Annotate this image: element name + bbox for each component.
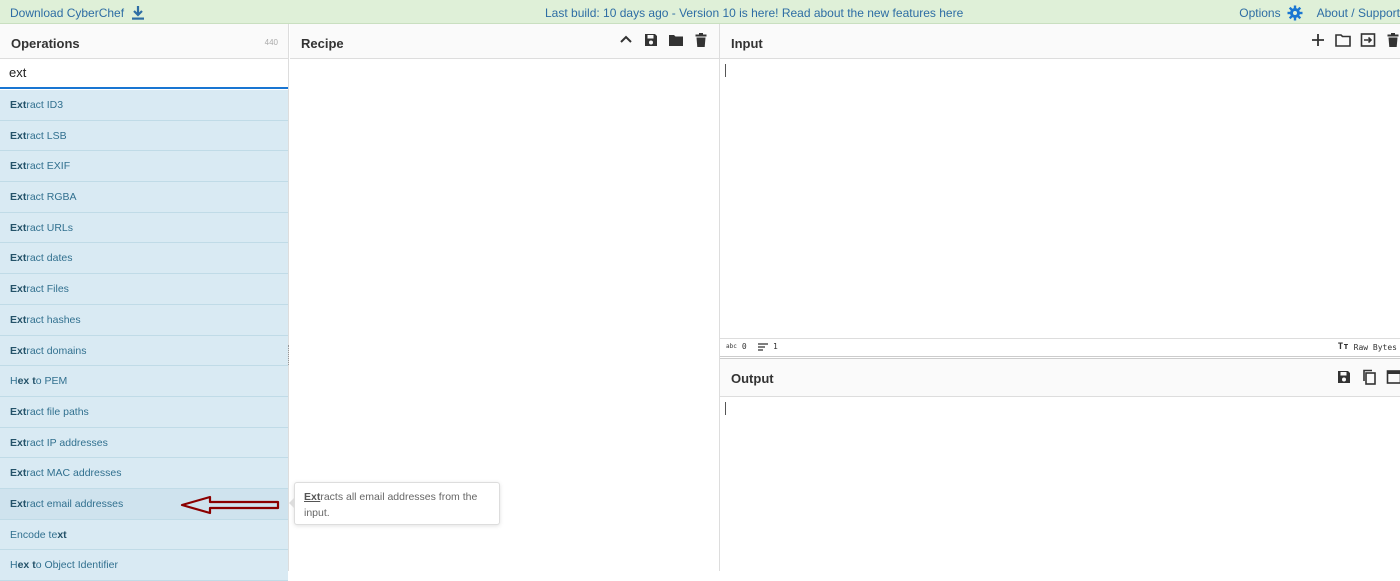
chevron-up-icon[interactable]: [618, 32, 634, 48]
operation-match-highlight: Ext: [10, 130, 26, 142]
operation-item[interactable]: Extract RGBA: [0, 182, 288, 213]
recipe-title: Recipe: [301, 36, 344, 51]
operation-item[interactable]: Extract hashes: [0, 305, 288, 336]
operation-label-part: H: [10, 375, 18, 387]
options-link[interactable]: Options: [1239, 6, 1280, 20]
operation-label-part: ract Files: [26, 283, 69, 295]
operation-label-part: o Object Identifier: [36, 559, 118, 571]
copy-icon[interactable]: [1361, 369, 1377, 385]
input-title: Input: [731, 36, 763, 51]
search-input[interactable]: [9, 65, 279, 80]
operation-match-highlight: Ext: [10, 160, 26, 172]
output-header: Output: [720, 359, 1400, 397]
load-file-icon[interactable]: [1360, 32, 1376, 48]
length-icon: abc: [726, 343, 737, 350]
build-notice[interactable]: Last build: 10 days ago - Version 10 is …: [545, 6, 963, 20]
operation-label-part: ract hashes: [26, 314, 80, 326]
save-icon[interactable]: [643, 32, 659, 48]
replace-input-icon[interactable]: [1386, 369, 1400, 385]
operations-search[interactable]: [0, 59, 288, 89]
operation-item[interactable]: Extract IP addresses: [0, 428, 288, 459]
operation-match-highlight: Ext: [10, 498, 26, 510]
operation-item[interactable]: Hex to PEM: [0, 366, 288, 397]
operation-label-part: ncode te: [17, 529, 57, 541]
top-banner: Download CyberChef Last build: 10 days a…: [0, 0, 1400, 24]
operation-description-tooltip: Extracts all email addresses from the in…: [294, 482, 500, 525]
operation-match-highlight: Ext: [10, 467, 26, 479]
output-title: Output: [731, 371, 774, 386]
raw-bytes-label[interactable]: Raw Bytes: [1354, 343, 1397, 352]
operation-label-part: ract LSB: [26, 130, 66, 142]
operation-label-part: E: [10, 529, 17, 541]
save-icon[interactable]: [1336, 369, 1352, 385]
operations-count: 440: [265, 38, 278, 47]
operation-item[interactable]: Extract MAC addresses: [0, 458, 288, 489]
operation-match-highlight: Ext: [10, 406, 26, 418]
input-status-bar: abc 0 1 Tт Raw Bytes: [720, 338, 1400, 354]
operation-label-part: o PEM: [36, 375, 68, 387]
operation-label-part: ract domains: [26, 345, 86, 357]
output-caret: [725, 402, 726, 415]
download-icon[interactable]: [130, 5, 146, 21]
operation-item[interactable]: Extract ID3: [0, 90, 288, 121]
operation-label-part: ract file paths: [26, 406, 88, 418]
operation-label-part: ract EXIF: [26, 160, 70, 172]
recipe-header: Recipe: [290, 24, 719, 59]
operation-match-highlight: Ext: [10, 191, 26, 203]
open-folder-icon[interactable]: [1335, 32, 1351, 48]
operations-panel: Operations 440 Extract ID3Extract LSBExt…: [0, 24, 289, 571]
operation-match-highlight: xt: [57, 529, 66, 541]
operation-label-part: ract dates: [26, 252, 72, 264]
download-link[interactable]: Download CyberChef: [10, 5, 146, 21]
folder-icon[interactable]: [668, 32, 684, 48]
operation-item[interactable]: Hex to Object Identifier: [0, 550, 288, 581]
operation-item[interactable]: Extract domains: [0, 336, 288, 367]
operation-match-highlight: Ext: [10, 437, 26, 449]
operation-label-part: H: [10, 559, 18, 571]
operations-title: Operations: [11, 36, 80, 51]
operation-label-part: ract URLs: [26, 222, 73, 234]
trash-icon[interactable]: [693, 32, 709, 48]
trash-icon[interactable]: [1385, 32, 1400, 48]
output-panel[interactable]: Output: [720, 356, 1400, 571]
download-label[interactable]: Download CyberChef: [10, 6, 124, 20]
operation-match-highlight: Ext: [10, 345, 26, 357]
operation-item[interactable]: Extract EXIF: [0, 151, 288, 182]
text-format-icon: Tт: [1338, 342, 1349, 352]
raw-bytes-toggle[interactable]: Tт Raw Bytes: [1338, 342, 1397, 352]
tooltip-highlight: Ext: [304, 491, 320, 503]
operation-match-highlight: ex t: [18, 375, 36, 387]
operation-item[interactable]: Extract LSB: [0, 121, 288, 152]
operation-item[interactable]: Extract dates: [0, 243, 288, 274]
input-caret: [725, 64, 726, 77]
plus-icon[interactable]: [1310, 32, 1326, 48]
operation-match-highlight: ex t: [18, 559, 36, 571]
operation-match-highlight: Ext: [10, 99, 26, 111]
tooltip-text: racts all email addresses from the input…: [304, 491, 477, 519]
input-header: Input: [720, 24, 1400, 59]
operation-item[interactable]: Encode text: [0, 520, 288, 551]
operation-match-highlight: Ext: [10, 314, 26, 326]
operation-label-part: ract IP addresses: [26, 437, 108, 449]
input-lines: 1: [773, 342, 778, 351]
about-support-link[interactable]: About / Support: [1317, 6, 1400, 20]
operations-header: Operations 440: [0, 24, 288, 59]
operation-label-part: ract RGBA: [26, 191, 76, 203]
annotation-arrow: [180, 495, 282, 515]
operation-item[interactable]: Extract file paths: [0, 397, 288, 428]
build-notice-text[interactable]: Last build: 10 days ago - Version 10 is …: [545, 6, 963, 20]
lines-icon: [758, 343, 768, 351]
operation-match-highlight: Ext: [10, 252, 26, 264]
operation-label-part: ract MAC addresses: [26, 467, 121, 479]
input-panel[interactable]: Input abc 0: [720, 24, 1400, 354]
operation-label-part: ract ID3: [26, 99, 63, 111]
gear-icon[interactable]: [1287, 5, 1303, 21]
operation-item[interactable]: Extract Files: [0, 274, 288, 305]
input-length: 0: [742, 342, 747, 351]
operation-match-highlight: Ext: [10, 283, 26, 295]
operation-match-highlight: Ext: [10, 222, 26, 234]
operation-label-part: ract email addresses: [26, 498, 123, 510]
operation-item[interactable]: Extract URLs: [0, 213, 288, 244]
